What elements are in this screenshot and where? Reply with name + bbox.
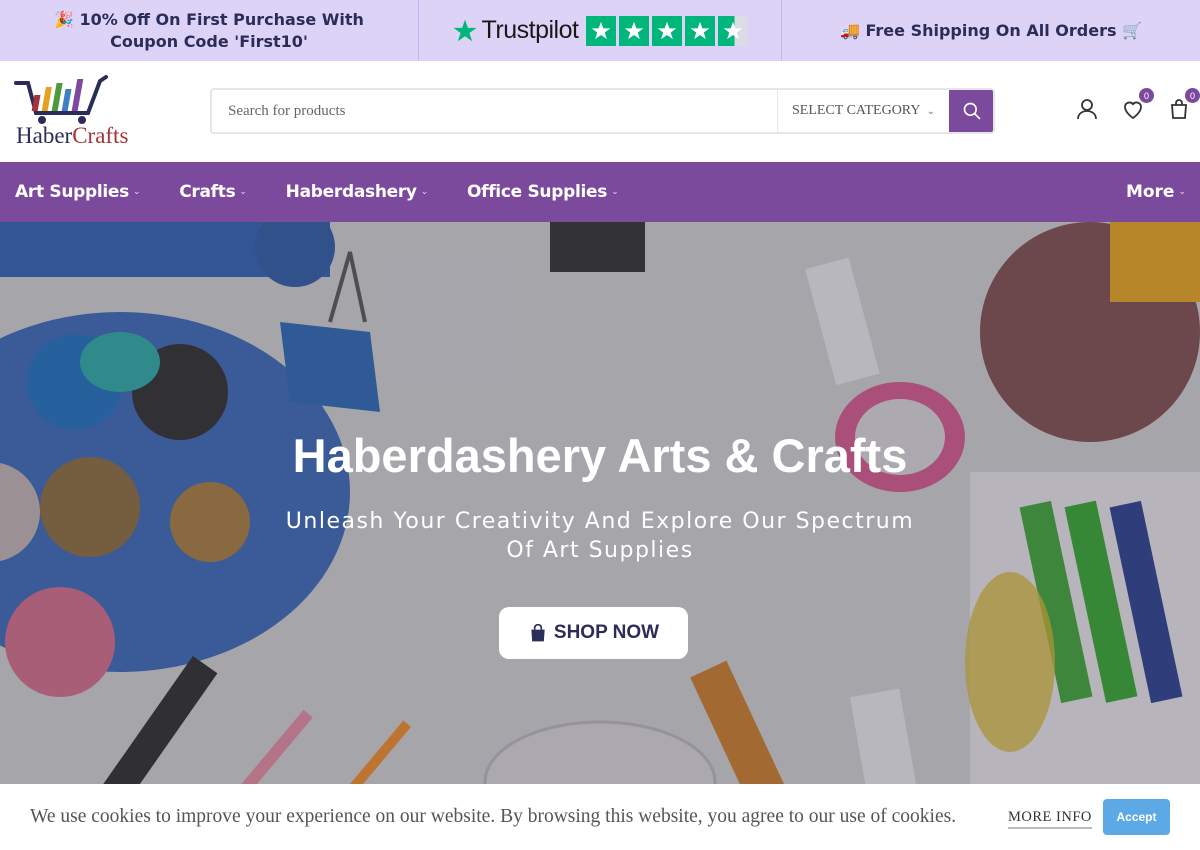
main-navigation: Art Supplies ⌄ Crafts ⌄ Haberdashery ⌄ O… [0, 162, 1200, 222]
shop-now-button[interactable]: SHOP NOW [499, 607, 688, 659]
star-icon [685, 15, 716, 46]
trustpilot-brand: Trustpilot [481, 16, 579, 44]
site-header: HaberCrafts SELECT CATEGORY ⌄ 0 0 [0, 61, 1200, 162]
cart-count-badge: 0 [1185, 88, 1200, 103]
cookie-message: We use cookies to improve your experienc… [30, 806, 957, 827]
trustpilot-widget[interactable]: Trustpilot [419, 0, 782, 61]
chevron-down-icon: ⌄ [239, 187, 247, 197]
shipping-promo: 🚚 Free Shipping On All Orders 🛒 [782, 0, 1200, 61]
chevron-down-icon: ⌄ [132, 187, 141, 197]
cookie-banner: We use cookies to improve your experienc… [0, 784, 1200, 850]
accept-button[interactable]: Accept [1103, 799, 1170, 835]
nav-item-label: Crafts [179, 182, 236, 202]
shipping-text: 🚚 Free Shipping On All Orders 🛒 [840, 21, 1142, 40]
category-select-label: SELECT CATEGORY [792, 103, 921, 118]
category-select[interactable]: SELECT CATEGORY ⌄ [777, 90, 949, 132]
star-icon [652, 15, 683, 46]
hero-title: Haberdashery Arts & Crafts [292, 429, 908, 482]
logo-name-part1: Haber [16, 123, 73, 148]
search-icon [963, 102, 981, 120]
cart-button[interactable]: 0 [1166, 88, 1200, 122]
hero-banner: Haberdashery Arts & Crafts Unleash Your … [0, 222, 1200, 784]
nav-item-more[interactable]: More ⌄ [1126, 162, 1186, 222]
cart-logo-icon [14, 75, 108, 124]
chevron-down-icon: ⌄ [611, 187, 619, 197]
nav-item-office-supplies[interactable]: Office Supplies ⌄ [466, 182, 619, 202]
star-icon [586, 15, 617, 46]
wishlist-count-badge: 0 [1139, 88, 1154, 103]
shopping-bag-icon [531, 623, 545, 642]
nav-item-haberdashery[interactable]: Haberdashery ⌄ [285, 182, 429, 202]
more-info-link[interactable]: MORE INFO [1008, 809, 1092, 829]
promo-bar: 🎉 10% Off On First Purchase With Coupon … [0, 0, 1200, 61]
nav-item-crafts[interactable]: Crafts ⌄ [179, 182, 247, 202]
hero-overlay [0, 222, 1200, 784]
trustpilot-star-icon [453, 19, 477, 41]
nav-more-label: More [1125, 182, 1175, 202]
coupon-text: 🎉 10% Off On First Purchase With Coupon … [54, 9, 364, 51]
search-input[interactable] [212, 90, 777, 132]
nav-item-label: Haberdashery [285, 182, 417, 202]
search-button[interactable] [949, 90, 993, 132]
site-logo[interactable]: HaberCrafts [14, 75, 134, 149]
user-icon [1077, 99, 1097, 120]
coupon-promo: 🎉 10% Off On First Purchase With Coupon … [0, 0, 419, 61]
logo-name-part2: Crafts [72, 123, 129, 148]
wishlist-button[interactable]: 0 [1120, 88, 1154, 122]
trustpilot-logo: Trustpilot [452, 16, 579, 45]
chevron-down-icon: ⌄ [1178, 187, 1186, 197]
search-bar: SELECT CATEGORY ⌄ [210, 88, 995, 134]
hero-subtitle: Unleash Your Creativity And Explore Our … [285, 509, 915, 563]
nav-item-label: Art Supplies [15, 182, 129, 202]
logo-wordmark: HaberCrafts [16, 123, 128, 149]
header-icons: 0 0 [1074, 88, 1200, 122]
account-button[interactable] [1074, 96, 1100, 122]
half-star-icon [718, 15, 749, 46]
nav-item-label: Office Supplies [466, 182, 608, 202]
trustpilot-rating-stars [586, 15, 749, 46]
shop-now-label: SHOP NOW [553, 622, 660, 643]
chevron-down-icon: ⌄ [926, 105, 935, 117]
star-icon [619, 15, 650, 46]
chevron-down-icon: ⌄ [420, 187, 429, 197]
nav-item-art-supplies[interactable]: Art Supplies ⌄ [15, 182, 141, 202]
